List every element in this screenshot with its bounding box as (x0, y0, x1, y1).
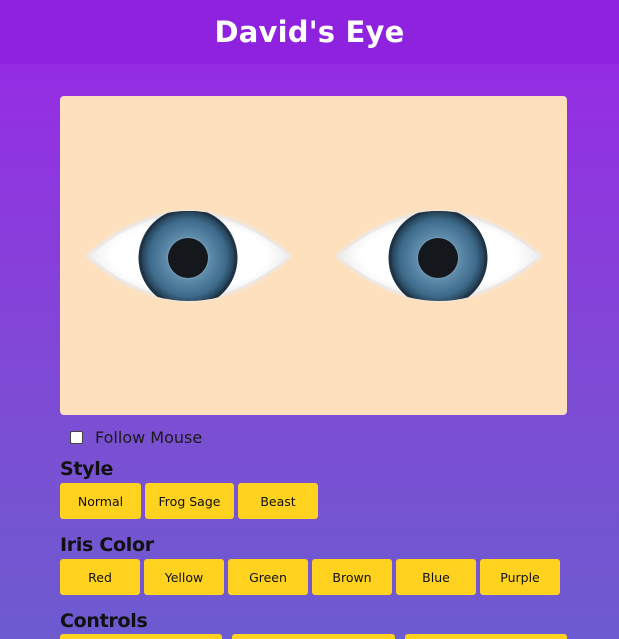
follow-mouse-checkbox[interactable] (70, 431, 83, 444)
control-button-2[interactable] (232, 634, 395, 639)
right-eye (335, 211, 543, 301)
follow-mouse-label: Follow Mouse (95, 428, 203, 447)
iris-color-heading: Iris Color (60, 534, 154, 556)
iris-blue-button[interactable]: Blue (396, 559, 476, 595)
eyes-drawing (85, 211, 543, 301)
eye-canvas[interactable] (60, 96, 567, 415)
page-title: David's Eye (214, 15, 405, 49)
iris-yellow-button[interactable]: Yellow (144, 559, 224, 595)
iris-brown-button[interactable]: Brown (312, 559, 392, 595)
style-frog-sage-button[interactable]: Frog Sage (145, 483, 234, 519)
left-eye (85, 211, 293, 301)
controls-heading: Controls (60, 610, 148, 632)
right-pupil (418, 238, 458, 278)
iris-green-button[interactable]: Green (228, 559, 308, 595)
style-buttons: Normal Frog Sage Beast (60, 483, 322, 519)
style-heading: Style (60, 458, 114, 480)
iris-purple-button[interactable]: Purple (480, 559, 560, 595)
iris-color-buttons: Red Yellow Green Brown Blue Purple (60, 559, 564, 595)
controls-buttons (60, 634, 571, 639)
follow-mouse-row: Follow Mouse (70, 428, 202, 447)
control-button-3[interactable] (405, 634, 567, 639)
style-normal-button[interactable]: Normal (60, 483, 141, 519)
left-pupil (168, 238, 208, 278)
app-header: David's Eye (0, 0, 619, 64)
style-beast-button[interactable]: Beast (238, 483, 318, 519)
iris-red-button[interactable]: Red (60, 559, 140, 595)
control-button-1[interactable] (60, 634, 222, 639)
